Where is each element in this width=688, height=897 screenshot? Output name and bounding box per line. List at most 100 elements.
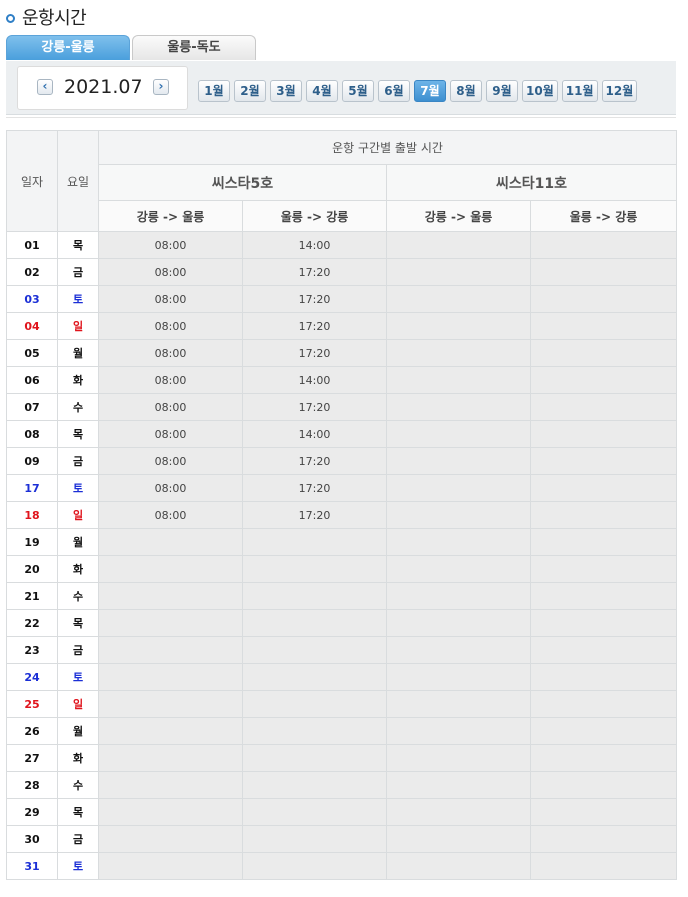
tab-gangneung-ulleung[interactable]: 강릉-울릉: [6, 35, 130, 60]
table-row: 09 금 08:00 17:20: [6, 447, 677, 475]
time-cell: [98, 609, 243, 637]
time-cell: [386, 744, 531, 772]
table-row: 24 토: [6, 663, 677, 691]
table-row: 03 토 08:00 17:20: [6, 285, 677, 313]
time-cell: [530, 474, 677, 502]
time-cell: [530, 420, 677, 448]
chevron-left-icon[interactable]: ‹: [37, 79, 53, 95]
table-row: 26 월: [6, 717, 677, 745]
time-cell: 14:00: [242, 231, 387, 259]
time-cell: 17:20: [242, 393, 387, 421]
page-title: 운항시간: [22, 8, 87, 29]
time-cell: [386, 825, 531, 853]
time-cell: 17:20: [242, 285, 387, 313]
weekday-cell: 수: [57, 771, 99, 799]
weekday-cell: 목: [57, 420, 99, 448]
time-cell: [386, 501, 531, 529]
column-header-weekday: 요일: [57, 130, 99, 232]
page-header: 운항시간: [6, 3, 87, 31]
time-cell: [530, 636, 677, 664]
time-cell: [530, 798, 677, 826]
month-button[interactable]: 4월: [306, 80, 338, 102]
weekday-cell: 금: [57, 447, 99, 475]
time-cell: [530, 501, 677, 529]
time-cell: [386, 690, 531, 718]
time-cell: 08:00: [98, 393, 243, 421]
table-row: 28 수: [6, 771, 677, 799]
time-cell: [242, 771, 387, 799]
month-button[interactable]: 9월: [486, 80, 518, 102]
table-row: 25 일: [6, 690, 677, 718]
column-header-day: 일자: [6, 130, 58, 232]
table-row: 04 일 08:00 17:20: [6, 312, 677, 340]
time-cell: [386, 339, 531, 367]
time-cell: [386, 528, 531, 556]
time-cell: 17:20: [242, 447, 387, 475]
table-row: 18 일 08:00 17:20: [6, 501, 677, 529]
weekday-cell: 수: [57, 393, 99, 421]
schedule-table: 일자 요일 운항 구간별 출발 시간 씨스타5호 씨스타11호 강릉 -> 울릉…: [6, 130, 677, 880]
group-header: 운항 구간별 출발 시간: [98, 130, 677, 165]
table-row: 19 월: [6, 528, 677, 556]
day-cell: 28: [6, 771, 58, 799]
day-cell: 19: [6, 528, 58, 556]
month-button[interactable]: 8월: [450, 80, 482, 102]
day-cell: 25: [6, 690, 58, 718]
time-cell: [386, 717, 531, 745]
month-button[interactable]: 10월: [522, 80, 558, 102]
time-cell: [530, 609, 677, 637]
day-cell: 30: [6, 825, 58, 853]
route-tabs: 강릉-울릉 울릉-독도: [6, 35, 676, 63]
time-cell: [98, 852, 243, 880]
time-cell: [386, 447, 531, 475]
time-cell: [386, 636, 531, 664]
day-cell: 21: [6, 582, 58, 610]
day-cell: 20: [6, 555, 58, 583]
direction-header: 강릉 -> 울릉: [98, 200, 243, 232]
time-cell: [242, 798, 387, 826]
weekday-cell: 월: [57, 528, 99, 556]
time-cell: [530, 528, 677, 556]
month-button[interactable]: 6월: [378, 80, 410, 102]
day-cell: 23: [6, 636, 58, 664]
month-button[interactable]: 1월: [198, 80, 230, 102]
weekday-cell: 금: [57, 258, 99, 286]
day-cell: 04: [6, 312, 58, 340]
day-cell: 06: [6, 366, 58, 394]
month-button[interactable]: 5월: [342, 80, 374, 102]
weekday-cell: 토: [57, 285, 99, 313]
time-cell: 08:00: [98, 447, 243, 475]
time-cell: 08:00: [98, 474, 243, 502]
table-row: 30 금: [6, 825, 677, 853]
day-cell: 31: [6, 852, 58, 880]
tab-ulleung-dokdo[interactable]: 울릉-독도: [132, 35, 256, 60]
weekday-cell: 금: [57, 825, 99, 853]
time-cell: 08:00: [98, 420, 243, 448]
month-button[interactable]: 11월: [561, 80, 598, 102]
weekday-cell: 목: [57, 798, 99, 826]
table-row: 05 월 08:00 17:20: [6, 339, 677, 367]
time-cell: [98, 798, 243, 826]
chevron-right-icon[interactable]: ›: [153, 79, 169, 95]
month-buttons: 1월 2월 3월 4월 5월 6월 7월 8월 9월 10월 11월 12월: [198, 80, 641, 102]
time-cell: [242, 582, 387, 610]
table-row: 22 목: [6, 609, 677, 637]
direction-header: 울릉 -> 강릉: [530, 200, 677, 232]
weekday-cell: 목: [57, 231, 99, 259]
day-cell: 18: [6, 501, 58, 529]
day-cell: 29: [6, 798, 58, 826]
time-cell: [530, 393, 677, 421]
month-button[interactable]: 2월: [234, 80, 266, 102]
time-cell: [530, 582, 677, 610]
month-button[interactable]: 12월: [601, 80, 638, 102]
weekday-cell: 수: [57, 582, 99, 610]
month-button[interactable]: 3월: [270, 80, 302, 102]
month-button[interactable]: 7월: [414, 80, 446, 102]
time-cell: [242, 690, 387, 718]
circle-bullet-icon: [6, 13, 15, 23]
time-cell: [530, 366, 677, 394]
time-cell: [530, 717, 677, 745]
table-row: 21 수: [6, 582, 677, 610]
time-cell: [386, 231, 531, 259]
time-cell: 08:00: [98, 312, 243, 340]
